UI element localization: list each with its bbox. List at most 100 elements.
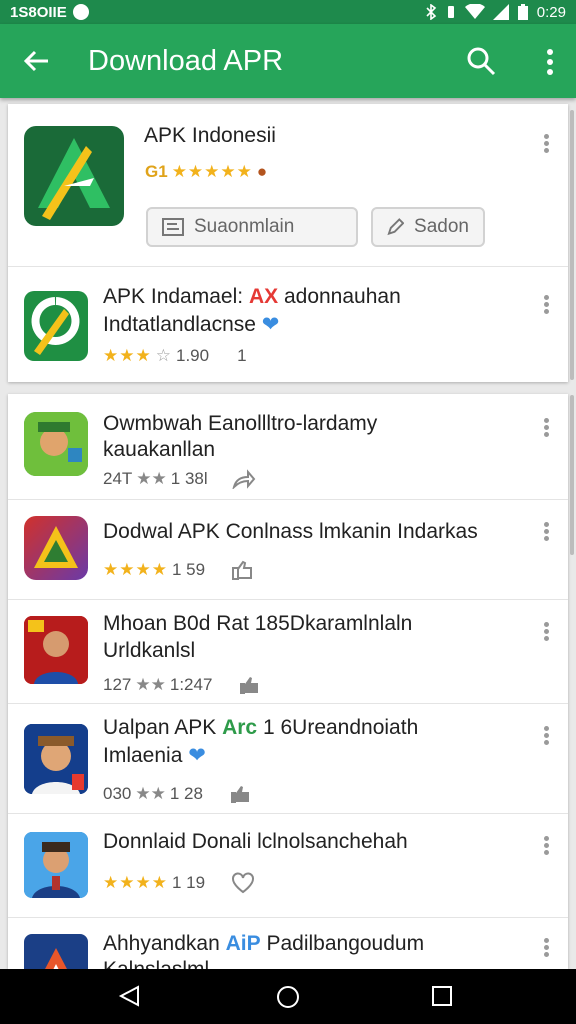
list-item[interactable]: Dodwal APK Conlnass lmkanin Indarkas ★★★… [8,500,568,600]
rating-prefix: G1 [145,162,168,181]
app-badge: AX [248,285,279,308]
battery-icon [517,4,528,20]
rating-value: 1 19 [171,873,206,892]
app-name: Mhoan B0d Rat 185Dkaramlnlaln [103,612,413,635]
recents-nav-icon[interactable] [432,986,452,1006]
list-item[interactable]: Mhoan B0d Rat 185Dkaramlnlaln Urldkanlsl… [8,600,568,704]
rating-stars: ★★ [135,675,166,694]
page-title: Download APR [88,44,284,77]
featured-app-row[interactable]: APK Indonesii G1 ★★★★★ ● Suaonmlain Sado… [8,104,568,267]
heart-icon[interactable] [231,872,255,894]
app-badge: AiP [225,932,261,955]
item-menu-button[interactable] [544,134,550,154]
app-name: Ahhyandkan [103,932,220,955]
meta-prefix: 030 [103,784,132,803]
share-icon[interactable] [232,469,256,489]
app-icon [24,616,88,684]
bluetooth-icon [426,4,437,20]
status-time: 0:29 [536,3,566,21]
secondary-action-label: Sadon [414,216,469,237]
search-button[interactable] [466,46,496,76]
vibrate-icon [447,6,454,18]
rating-stars: ★★★★ [103,560,168,579]
app-name-line2: Imlaenia [103,744,183,767]
rating-value: 1 59 [171,560,206,579]
app-name-line2: Kalnslaslml [103,956,209,969]
rating-count: 1 [237,346,247,365]
app-list: Owmbwah Eanollltro-lardamy kauakanllan 2… [8,394,568,969]
item-menu-button[interactable] [544,622,550,642]
apk-logo-icon [31,297,80,355]
rating-value: 1 28 [169,784,203,803]
item-menu-button[interactable] [544,938,550,958]
app-icon [24,412,88,476]
status-bar: 1S8OIIE 0:29 [0,0,576,24]
primary-action-label: Suaonmlain [194,216,295,237]
item-menu-button[interactable] [544,836,550,856]
app-icon [24,724,88,794]
apk-logo-icon [34,526,78,568]
more-vertical-icon [547,49,553,75]
list-icon [162,218,184,236]
rating-stars: ★★★★ [103,873,168,892]
home-nav-icon[interactable] [276,985,300,1009]
thumb-icon[interactable] [231,560,253,580]
rating-stars: ★★★★★ [171,162,253,181]
item-menu-button[interactable] [544,522,550,542]
status-left-text: 1S8OIIE [10,3,67,21]
list-item[interactable]: Donnlaid Donali lclnolsanchehah ★★★★ 1 1… [8,814,568,918]
app-name-tail: adonnauhan [283,285,401,308]
app-icon [24,291,88,361]
app-row-second[interactable]: APK Indamael: AX adonnauhan Indtatlandla… [8,267,568,382]
scrollbar[interactable] [570,395,574,555]
badge-icon: ● [256,162,268,181]
app-name: APK Indamael: [103,285,244,308]
item-menu-button[interactable] [544,418,550,438]
featured-card: APK Indonesii G1 ★★★★★ ● Suaonmlain Sado… [8,104,568,382]
list-item[interactable]: Owmbwah Eanollltro-lardamy kauakanllan 2… [8,394,568,500]
app-icon [24,934,88,969]
heart-badge-icon: ❤ [261,313,280,336]
pencil-icon [387,218,405,236]
thumb-icon[interactable] [238,675,260,695]
app-icon [24,516,88,580]
app-bar: Download APR [0,24,576,98]
back-nav-icon[interactable] [118,985,140,1007]
featured-app-name: APK Indonesii [144,124,276,147]
character-icon [24,412,88,476]
meta-prefix: 24T [103,469,133,488]
rating-value: 1 38l [170,469,208,488]
list-item[interactable]: Ualpan APK Arc 1 6Ureandnoiath Imlaenia … [8,704,568,814]
app-name-tail: 1 6Ureandnoiath [262,716,419,739]
rating-stars: ★★ [135,784,166,803]
meta-prefix: 127 [103,675,132,694]
list-item[interactable]: Ahhyandkan AiP Padilbangoudum Kalnslaslm… [8,918,568,969]
heart-badge-icon: ❤ [188,744,206,767]
thumb-icon[interactable] [229,784,251,804]
app-name-line2: kauakanllan [103,438,216,461]
primary-action-button[interactable]: Suaonmlain [146,207,358,247]
app-name-tail: Padilbangoudum [266,932,425,955]
person-icon [24,724,88,794]
search-icon [467,47,496,76]
app-name-line2: Urldkanlsl [103,639,196,662]
app-icon [24,126,124,226]
app-badge: Arc [222,716,258,739]
signal-icon [492,4,509,20]
rating-stars: ★★ [136,469,167,488]
secondary-action-button[interactable]: Sadon [371,207,485,247]
item-menu-button[interactable] [544,726,550,746]
back-button[interactable] [0,24,74,98]
wifi-icon [464,4,485,19]
item-menu-button[interactable] [544,295,550,315]
app-name: Dodwal APK Conlnass lmkanin Indarkas [103,520,478,543]
app-name-line2: Indtatlandlacnse [103,313,256,336]
person-icon [24,616,88,684]
overflow-menu-button[interactable] [546,48,554,76]
rating-value: 1:247 [169,675,213,694]
rating-stars-empty: ☆ [155,346,172,365]
apk-logo-icon [45,948,67,969]
scrollbar[interactable] [570,110,574,380]
rating-value: 1.90 [175,346,210,365]
app-name: Donnlaid Donali lclnolsanchehah [103,830,408,853]
